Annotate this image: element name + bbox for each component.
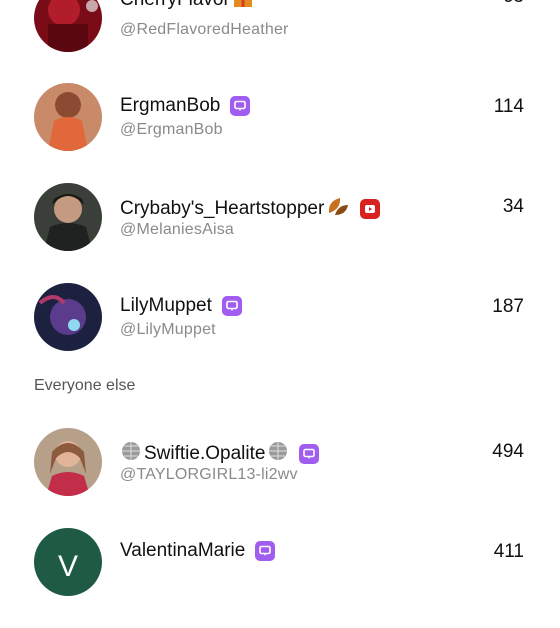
disco-ball-icon xyxy=(267,440,289,468)
count: 187 xyxy=(492,296,524,317)
list-item[interactable]: ErgmanBob @ErgmanBob 114 xyxy=(0,83,560,183)
subscriber-badge-icon xyxy=(230,96,251,116)
list-item[interactable]: LilyMuppet @LilyMuppet 187 xyxy=(0,283,560,383)
avatar xyxy=(34,283,102,351)
user-handle: @RedFlavoredHeather xyxy=(120,21,289,38)
section-header: Everyone else xyxy=(34,377,136,394)
avatar xyxy=(34,0,102,52)
count: 494 xyxy=(492,441,524,462)
youtube-badge-icon xyxy=(360,199,381,219)
avatar: V xyxy=(34,528,102,596)
list-item[interactable]: Crybaby's_Heartstopper @MelaniesAisa 34 xyxy=(0,183,560,283)
avatar xyxy=(34,83,102,151)
list-item[interactable]: V ValentinaMarie 411 xyxy=(0,528,560,628)
count: 63 xyxy=(503,0,524,8)
user-name: ErgmanBob xyxy=(120,95,221,116)
user-handle: @TAYLORGIRL13-li2wv xyxy=(120,466,298,483)
user-handle: @MelaniesAisa xyxy=(120,221,234,238)
avatar-letter: V xyxy=(57,550,78,583)
user-name: Swiftie.Opalite xyxy=(144,443,266,464)
gift-icon xyxy=(232,0,254,14)
count: 34 xyxy=(502,196,524,217)
avatar xyxy=(34,183,102,251)
subscriber-badge-icon xyxy=(221,296,242,316)
user-handle: @ErgmanBob xyxy=(120,121,223,138)
avatar xyxy=(34,428,102,496)
user-handle: @LilyMuppet xyxy=(120,321,216,338)
user-name: LilyMuppet xyxy=(120,295,212,316)
subscriber-badge-icon xyxy=(299,444,320,464)
disco-ball-icon xyxy=(120,440,142,468)
user-name: CherryFlavor xyxy=(120,0,230,11)
list-item[interactable]: Swiftie.Opalite @TAYLORGIRL13-li2wv 494 xyxy=(0,428,560,528)
user-name: Crybaby's_Heartstopper xyxy=(120,198,325,219)
list-item[interactable]: CherryFlavor @RedFlavoredHeather 63 xyxy=(0,0,560,80)
subscriber-badge-icon xyxy=(255,541,276,561)
user-name: ValentinaMarie xyxy=(120,540,246,561)
count: 114 xyxy=(493,96,524,117)
leaves-icon xyxy=(326,195,350,223)
